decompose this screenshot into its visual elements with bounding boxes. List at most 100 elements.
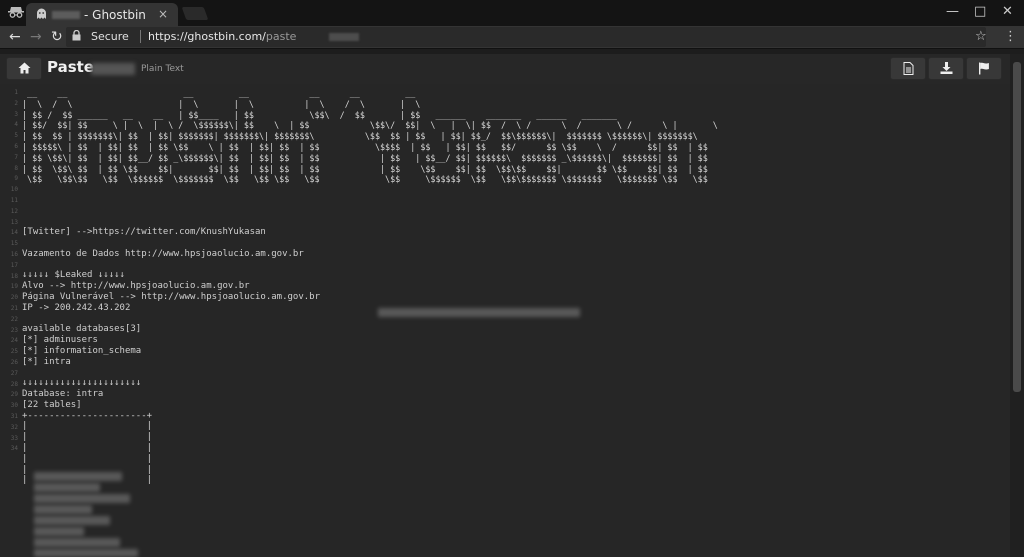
browser-tab[interactable]: - Ghostbin × [26,3,178,26]
line-number: 12 [10,207,18,215]
code-line: | | [22,475,153,486]
code-line: | | [22,442,153,453]
line-number: 33 [10,434,18,442]
code-line: [*] adminusers [22,334,98,345]
line-number: 11 [10,196,18,204]
code-line: [*] intra [22,356,71,367]
redacted-table-name [34,516,110,525]
paste-text: [Twitter] -->https://twitter.com/KnushYu… [22,227,1002,486]
url-path: paste [265,30,297,43]
line-number: 28 [10,380,18,388]
banner-line: \$$ \$$\$$ \$$ \$$$$$$ \$$$$$$$ \$$ \$$ … [22,174,708,185]
download-button[interactable] [928,57,964,80]
paste-header: Paste Plain Text [0,54,1010,84]
line-number: 5 [14,132,18,140]
code-line: ↓↓↓↓↓ $Leaked ↓↓↓↓↓ [22,270,125,281]
line-number: 1 [14,89,18,96]
line-number-gutter: 1 2 3 4 5 6 7 8 9 10 11 12 13 14 15 16 17 18 19 20 21 22 23 24 2… [0,84,18,557]
tab-close-icon[interactable]: × [158,7,168,21]
banner-line: | $$ \$$\| $$ | $$| $$__/ $$ _\$$$$$$\| … [22,152,708,163]
back-icon[interactable]: ← [9,29,21,45]
code-line: | | [22,432,153,443]
report-button[interactable] [966,57,1002,80]
banner-line: | \ / \ | \ | \ | \ / \ | \ [22,98,421,109]
home-icon [18,62,31,77]
code-line: available databases[3] [22,324,142,335]
redacted-url-path [378,308,580,317]
url-text: https://ghostbin.com/paste [148,30,296,43]
ascii-art-banner: __ __ __ __ __ __ __ | \ / \ | \ | \ | \ … [22,88,718,185]
code-line: | | [22,421,153,432]
line-number: 24 [10,337,18,345]
language-label: Plain Text [141,64,184,74]
address-bar[interactable]: Secure https://ghostbin.com/paste [66,27,986,47]
code-line: | | [22,453,153,464]
raw-text-button[interactable] [890,57,926,80]
line-number: 14 [10,229,18,237]
redacted-table-name [34,538,120,547]
line-number: 29 [10,391,18,399]
line-number: 34 [10,445,18,453]
line-number: 22 [10,315,18,323]
redacted-table-name [34,494,130,503]
banner-line: | $$/ $$| $$ \ | \ | \ / \$$$$$$\| $$ \ … [22,120,718,131]
maximize-icon[interactable]: □ [974,4,986,19]
code-line: Página Vulnerável --> http://www.hpsjoao… [22,291,321,302]
line-number: 18 [10,272,18,280]
code-line: ↓↓↓↓↓↓↓↓↓↓↓↓↓↓↓↓↓↓↓↓↓↓ [22,378,142,389]
line-number: 13 [10,218,18,226]
code-line: [22 tables] [22,399,82,410]
incognito-icon [8,6,24,20]
paste-content: 1 2 3 4 5 6 7 8 9 10 11 12 13 14 15 16 17 18 19 20 21 22 23 24 2… [0,84,1010,557]
code-line: | | [22,464,153,475]
flag-icon [978,62,991,77]
line-number: 6 [14,142,18,150]
home-button[interactable] [6,57,42,80]
redacted-table-name [34,483,100,492]
browser-tabstrip: - Ghostbin × — □ ✕ [0,0,1024,26]
line-number: 10 [10,186,18,194]
line-number: 20 [10,294,18,302]
redacted-table-name [34,505,92,514]
url-separator [140,30,141,43]
banner-line: | $$ \$$\ $$ | $$ \$$ $$| $$| $$ | $$| $… [22,163,708,174]
page-scrollbar[interactable] [1010,54,1024,557]
banner-line: | $$$$$\ | $$ | $$| $$ | $$ \$$ \ | $$ |… [22,141,708,152]
scrollbar-thumb[interactable] [1013,62,1021,392]
line-number: 15 [10,240,18,248]
line-number: 32 [10,423,18,431]
line-number: 21 [10,304,18,312]
line-number: 23 [10,326,18,334]
line-number: 8 [14,164,18,172]
download-icon [940,62,953,77]
address-toolbar: ← → ↻ Secure https://ghostbin.com/paste … [0,26,1024,49]
code-line: Database: intra [22,388,104,399]
code-line: [*] information_schema [22,345,142,356]
code-line: Alvo --> http://www.hpsjoaolucio.am.gov.… [22,280,250,291]
line-number: 31 [10,412,18,420]
minimize-icon[interactable]: — [946,4,959,19]
line-number: 9 [14,175,18,183]
line-number: 27 [10,369,18,377]
line-number: 3 [14,110,18,118]
line-number: 17 [10,261,18,269]
ghost-favicon-icon [36,8,47,23]
line-number: 2 [14,99,18,107]
browser-menu-icon[interactable]: ⋮ [1004,29,1017,44]
redacted-url-part [329,33,359,41]
new-tab-button[interactable] [181,7,209,20]
code-line: Vazamento de Dados http://www.hpsjoaoluc… [22,248,304,259]
redacted-table-name [34,527,84,536]
banner-line: | $$ / $$ ______ __ __ | $$____ | $$ \$$… [22,109,617,120]
url-base: https://ghostbin.com/ [148,30,266,43]
tab-title: - Ghostbin [84,8,146,22]
redacted-tab-text [52,11,80,19]
redacted-table-name [34,549,138,557]
forward-icon[interactable]: → [30,29,42,45]
line-number: 7 [14,153,18,161]
close-window-icon[interactable]: ✕ [1002,4,1013,19]
bookmark-star-icon[interactable]: ☆ [975,29,987,44]
page-title: Paste [47,58,94,76]
line-number: 30 [10,402,18,410]
reload-icon[interactable]: ↻ [51,29,63,45]
